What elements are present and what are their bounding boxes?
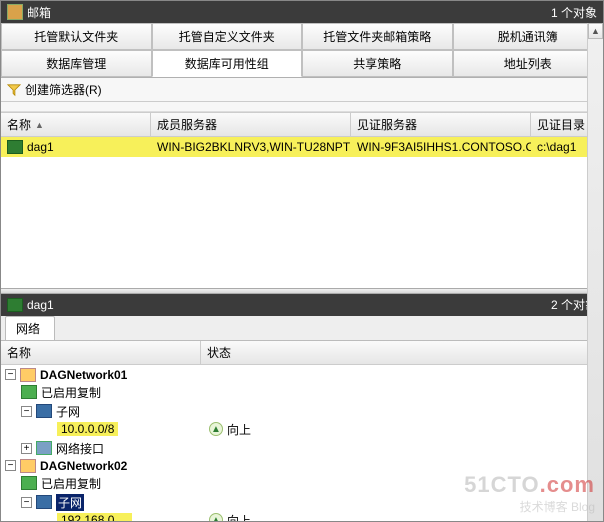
network-icon	[20, 459, 36, 473]
dag-members-cell: WIN-BIG2BKLNRV3,WIN-TU28NPTP65J	[151, 138, 351, 156]
subnet-icon	[36, 404, 52, 418]
title-count: 1 个对象	[551, 4, 597, 21]
vertical-scrollbar[interactable]: ▲	[587, 23, 603, 521]
mailbox-icon	[7, 4, 23, 20]
status-text: 向上	[227, 421, 251, 438]
subnet-cidr: 10.0.0.0/8	[57, 422, 118, 436]
title-text: 邮箱	[27, 4, 51, 21]
tab-offline-address-book[interactable]: 脱机通讯簿	[453, 23, 604, 50]
node-subnet-10-status: ▲ 向上	[205, 420, 603, 439]
expander-icon[interactable]: +	[21, 443, 32, 454]
node-label: 子网	[56, 403, 80, 420]
tab-managed-custom-folders[interactable]: 托管自定义文件夹	[152, 23, 303, 50]
dag-icon	[7, 140, 23, 154]
node-subnet-192-status: ▲ 向上	[205, 511, 603, 522]
tab-managed-folder-mailbox-policy[interactable]: 托管文件夹邮箱策略	[302, 23, 453, 50]
lower-title: dag1	[27, 298, 54, 312]
funnel-icon	[7, 83, 21, 97]
network-icon	[20, 368, 36, 382]
node-subnets[interactable]: − 子网	[21, 402, 603, 421]
tab-address-list[interactable]: 地址列表	[453, 50, 604, 77]
tree-header: 名称 状态	[1, 341, 603, 365]
subnet-cidr: 192.168.0....	[57, 513, 132, 522]
node-label: 已启用复制	[41, 475, 101, 492]
titlebar: 邮箱 1 个对象	[1, 1, 603, 23]
tab-database-availability-group[interactable]: 数据库可用性组	[152, 50, 303, 77]
tab-sharing-policy[interactable]: 共享策略	[302, 50, 453, 77]
node-subnets-selected[interactable]: − 子网	[21, 493, 603, 512]
treecol-name[interactable]: 名称	[1, 341, 201, 364]
lower-subtabs: 网络	[1, 316, 603, 341]
dag-row[interactable]: dag1 WIN-BIG2BKLNRV3,WIN-TU28NPTP65J WIN…	[1, 137, 603, 157]
spacer	[1, 102, 603, 112]
expander-icon[interactable]: −	[21, 406, 32, 417]
tab-managed-default-folders[interactable]: 托管默认文件夹	[1, 23, 152, 50]
node-label: DAGNetwork02	[40, 459, 127, 473]
filter-bar: 创建筛选器(R)	[1, 78, 603, 102]
scroll-up-button[interactable]: ▲	[588, 23, 603, 39]
create-filter-link[interactable]: 创建筛选器(R)	[25, 81, 102, 98]
tab-database-management[interactable]: 数据库管理	[1, 50, 152, 77]
expander-icon[interactable]: −	[21, 497, 32, 508]
col-name[interactable]: 名称▲	[1, 113, 151, 136]
expander-icon[interactable]: −	[5, 460, 16, 471]
dag-icon	[7, 298, 23, 312]
lower-titlebar: dag1 2 个对象	[1, 294, 603, 316]
node-replication-enabled[interactable]: 已启用复制	[21, 474, 603, 493]
network-tree[interactable]: − DAGNetwork01 已启用复制 − 子网 10.0.0.0/8 ▲ 向…	[1, 365, 603, 522]
subtab-network[interactable]: 网络	[5, 316, 55, 340]
node-interfaces[interactable]: + 网络接口	[21, 439, 603, 458]
node-label: 子网	[56, 494, 84, 511]
up-arrow-icon: ▲	[209, 513, 223, 521]
sort-asc-icon: ▲	[35, 120, 44, 130]
dag-witness-cell: WIN-9F3AI5IHHS1.CONTOSO.COM	[351, 138, 531, 156]
node-label: 已启用复制	[41, 384, 101, 401]
node-dagnetwork02[interactable]: − DAGNetwork02	[5, 458, 603, 474]
interface-icon	[36, 441, 52, 455]
tab-strip: 托管默认文件夹 托管自定义文件夹 托管文件夹邮箱策略 脱机通讯簿 数据库管理 数…	[1, 23, 603, 78]
replication-icon	[21, 476, 37, 490]
col-members[interactable]: 成员服务器	[151, 113, 351, 136]
subnet-icon	[36, 495, 52, 509]
col-witness[interactable]: 见证服务器	[351, 113, 531, 136]
status-text: 向上	[227, 512, 251, 522]
dag-grid-body[interactable]: dag1 WIN-BIG2BKLNRV3,WIN-TU28NPTP65J WIN…	[1, 137, 603, 288]
app-window: 邮箱 1 个对象 托管默认文件夹 托管自定义文件夹 托管文件夹邮箱策略 脱机通讯…	[0, 0, 604, 522]
up-arrow-icon: ▲	[209, 422, 223, 436]
treecol-status[interactable]: 状态	[201, 341, 603, 364]
node-label: 网络接口	[56, 440, 104, 457]
node-label: DAGNetwork01	[40, 368, 127, 382]
node-dagnetwork01[interactable]: − DAGNetwork01	[5, 367, 603, 383]
node-replication-enabled[interactable]: 已启用复制	[21, 383, 603, 402]
dag-grid-header: 名称▲ 成员服务器 见证服务器 见证目录	[1, 112, 603, 137]
expander-icon[interactable]: −	[5, 369, 16, 380]
replication-icon	[21, 385, 37, 399]
dag-name-cell: dag1	[1, 138, 151, 156]
